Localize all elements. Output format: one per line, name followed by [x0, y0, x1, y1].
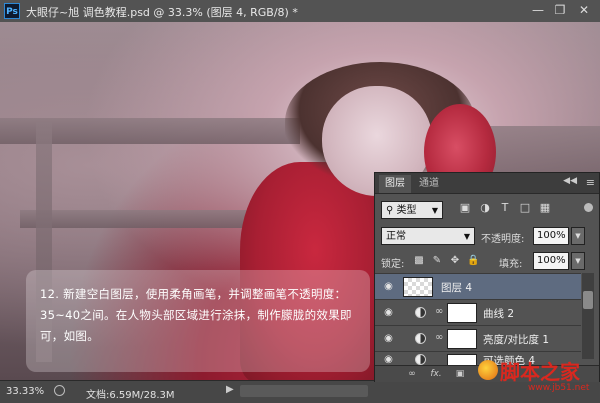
layer-mask-thumbnail: [447, 329, 477, 349]
fill-input[interactable]: 100%: [533, 252, 569, 270]
link-icon[interactable]: ∞: [405, 368, 419, 380]
layer-name: 亮度/对比度 1: [483, 334, 550, 346]
filter-kind-value: 类型: [396, 205, 417, 216]
panel-menu-icon[interactable]: ≡: [586, 176, 595, 189]
restore-button[interactable]: ❐: [552, 3, 568, 18]
shape-filter-icon[interactable]: □: [519, 202, 531, 214]
smartobject-filter-icon[interactable]: ▦: [539, 202, 551, 214]
adjustment-filter-icon[interactable]: ◑: [479, 202, 491, 214]
status-menu-arrow-icon[interactable]: ▶: [226, 384, 234, 395]
watermark-logo-icon: [478, 360, 498, 380]
minimize-button[interactable]: —: [530, 3, 546, 18]
title-bar: Ps 大眼仔~旭 调色教程.psd @ 33.3% (图层 4, RGB/8) …: [0, 0, 600, 23]
layer-row[interactable]: ◉ ∞ 曲线 2: [375, 299, 581, 325]
zoom-level[interactable]: 33.33%: [6, 386, 44, 397]
opacity-dropdown-button[interactable]: ▼: [571, 227, 585, 245]
tutorial-caption-text: 12. 新建空白图层，使用柔角画笔，并调整画笔不透明度：35~40之间。在人物头…: [40, 287, 352, 343]
tab-layers[interactable]: 图层: [379, 175, 411, 193]
lock-position-icon[interactable]: ✥: [449, 255, 461, 267]
adjustment-layer-icon: [415, 333, 426, 344]
fill-dropdown-button[interactable]: ▼: [571, 252, 585, 270]
chevron-down-icon: ▼: [431, 206, 438, 215]
scrollbar-thumb[interactable]: [583, 291, 593, 309]
railing-bottom: [20, 210, 280, 228]
visibility-eye-icon[interactable]: ◉: [383, 354, 394, 365]
layers-scrollbar[interactable]: [582, 273, 594, 359]
opacity-label: 不透明度:: [481, 234, 525, 245]
layer-mask-thumbnail: [447, 303, 477, 323]
layer-name: 图层 4: [441, 282, 473, 294]
lock-all-icon[interactable]: 🔒: [467, 255, 479, 267]
tab-channels[interactable]: 通道: [413, 175, 445, 193]
photoshop-logo-icon: Ps: [4, 3, 20, 19]
layer-mask-thumbnail: [447, 354, 477, 365]
document-title: 大眼仔~旭 调色教程.psd @ 33.3% (图层 4, RGB/8) *: [26, 6, 298, 19]
blend-mode-select[interactable]: 正常 ▼: [381, 227, 475, 245]
tutorial-caption-box: 12. 新建空白图层，使用柔角画笔，并调整画笔不透明度：35~40之间。在人物头…: [26, 270, 370, 372]
image-filter-icon[interactable]: ▣: [459, 202, 471, 214]
visibility-eye-icon[interactable]: ◉: [383, 307, 394, 318]
search-icon: ⚲: [386, 205, 397, 216]
layers-panel: 图层 通道 ◀◀ ≡ ⚲ 类型 ▼ ▣ ◑ T □ ▦ 正常 ▼ 不透明度: 1…: [374, 172, 600, 382]
visibility-eye-icon[interactable]: ◉: [383, 333, 394, 344]
layer-thumbnail: [403, 277, 433, 297]
collapse-icon[interactable]: ◀◀: [563, 176, 577, 186]
type-filter-icon[interactable]: T: [499, 202, 511, 214]
zoom-icon[interactable]: [54, 385, 65, 396]
watermark: 脚本之家 www.jb51.net: [478, 356, 598, 398]
watermark-text: 脚本之家: [500, 360, 580, 384]
mask-icon[interactable]: ▣: [453, 368, 467, 380]
link-icon: ∞: [435, 306, 444, 317]
blend-mode-value: 正常: [386, 231, 406, 242]
document-size: 文档:6.59M/28.3M: [86, 390, 175, 401]
chevron-down-icon: ▼: [463, 232, 470, 241]
layer-row[interactable]: ◉ 图层 4: [375, 273, 581, 299]
lock-label: 锁定:: [381, 259, 405, 270]
lock-transparent-icon[interactable]: ▩: [413, 255, 425, 267]
filter-kind-select[interactable]: ⚲ 类型 ▼: [381, 201, 443, 219]
layer-row[interactable]: ◉ ∞ 亮度/对比度 1: [375, 325, 581, 351]
lock-pixels-icon[interactable]: ✎: [431, 255, 443, 267]
watermark-url: www.jb51.net: [528, 383, 590, 393]
filter-toggle[interactable]: [584, 203, 593, 212]
horizontal-scrollbar[interactable]: [240, 385, 368, 397]
adjustment-layer-icon: [415, 307, 426, 318]
layer-name: 曲线 2: [483, 308, 515, 320]
fill-label: 填充:: [499, 259, 523, 270]
fx-icon[interactable]: fx.: [429, 368, 443, 380]
opacity-input[interactable]: 100%: [533, 227, 569, 245]
adjustment-layer-icon: [415, 354, 426, 365]
link-icon: ∞: [435, 332, 444, 343]
close-button[interactable]: ✕: [576, 3, 592, 18]
visibility-eye-icon[interactable]: ◉: [383, 281, 394, 292]
panel-tabs: 图层 通道 ◀◀ ≡: [375, 173, 599, 194]
